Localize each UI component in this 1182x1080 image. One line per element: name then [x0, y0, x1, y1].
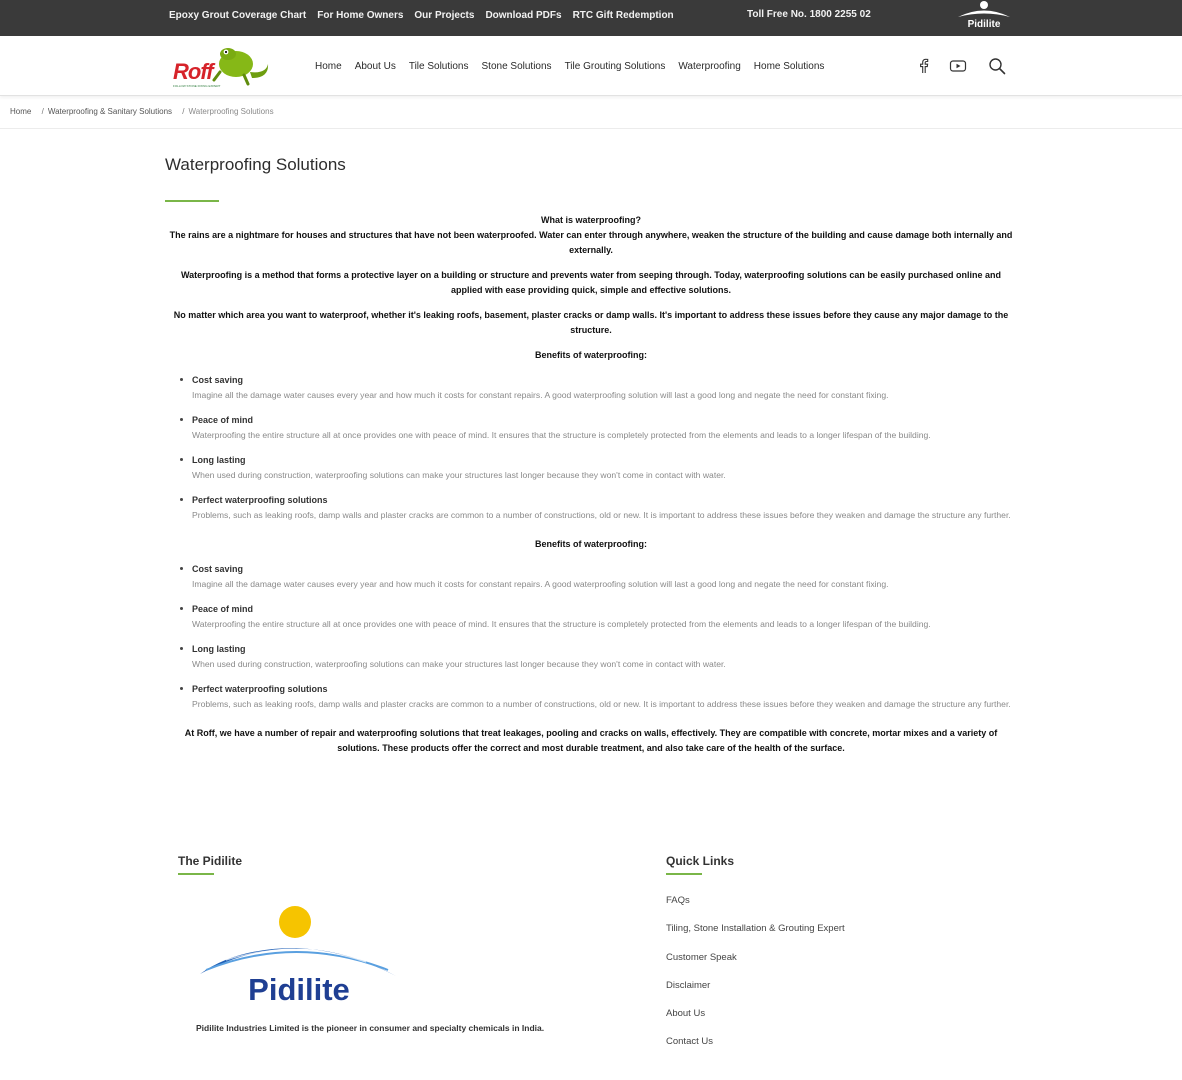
- nav-about-us[interactable]: About Us: [355, 61, 396, 72]
- benefit-title: Long lasting: [192, 455, 246, 465]
- pidilite-emblem-icon: [958, 1, 1010, 17]
- list-item: Contact Us: [666, 1036, 845, 1064]
- breadcrumb: Home / Waterproofing & Sanitary Solutions…: [10, 107, 274, 116]
- youtube-icon[interactable]: [949, 57, 967, 75]
- list-item: Perfect waterproofing solutions Problems,…: [179, 493, 1017, 523]
- quick-link-disclaimer[interactable]: Disclaimer: [666, 980, 710, 991]
- benefits-list: Cost saving Imagine all the damage water …: [179, 562, 1017, 712]
- list-item: Perfect waterproofing solutions Problems,…: [179, 682, 1017, 712]
- list-item: Peace of mind Waterproofing the entire st…: [179, 602, 1017, 632]
- list-item: Long lasting When used during constructio…: [179, 453, 1017, 483]
- list-item: Peace of mind Waterproofing the entire st…: [179, 413, 1017, 443]
- pidilite-logo[interactable]: Pidilite: [196, 900, 402, 1012]
- quick-link-contact-us[interactable]: Contact Us: [666, 1036, 713, 1047]
- main-content: What is waterproofing? The rains are a n…: [165, 213, 1017, 766]
- benefit-title: Peace of mind: [192, 604, 254, 614]
- pidilite-top-logo[interactable]: Pidilite: [952, 0, 1016, 36]
- quick-link-customer-speak[interactable]: Customer Speak: [666, 952, 737, 963]
- top-bar: Epoxy Grout Coverage Chart For Home Owne…: [0, 0, 1182, 36]
- benefit-description: Waterproofing the entire structure all a…: [192, 430, 931, 440]
- roff-logo-text: Roff: [173, 59, 214, 84]
- benefit-description: When used during construction, waterproo…: [192, 659, 726, 669]
- list-item: Tiling, Stone Installation & Grouting Ex…: [666, 923, 845, 951]
- breadcrumb-waterproofing-sanitary[interactable]: Waterproofing & Sanitary Solutions: [48, 107, 172, 116]
- page-title: Waterproofing Solutions: [165, 155, 346, 174]
- pidilite-top-logo-text: Pidilite: [967, 19, 1001, 30]
- quick-link-tiling-expert[interactable]: Tiling, Stone Installation & Grouting Ex…: [666, 923, 845, 934]
- intro-paragraph-2: Waterproofing is a method that forms a p…: [181, 270, 1001, 295]
- nav-home[interactable]: Home: [315, 61, 342, 72]
- intro-paragraph-1: The rains are a nightmare for houses and…: [169, 230, 1013, 255]
- list-item: Disclaimer: [666, 980, 845, 1008]
- closing-paragraph: At Roff, we have a number of repair and …: [184, 728, 998, 753]
- quick-link-about-us[interactable]: About Us: [666, 1008, 705, 1019]
- top-link-epoxy-grout-coverage-chart[interactable]: Epoxy Grout Coverage Chart: [169, 10, 306, 21]
- footer-heading-underline: [178, 873, 214, 875]
- quick-links-list: FAQs Tiling, Stone Installation & Grouti…: [666, 895, 845, 1065]
- benefit-description: Problems, such as leaking roofs, damp wa…: [192, 699, 1011, 709]
- benefit-title: Cost saving: [192, 375, 244, 385]
- footer-quick-links-heading: Quick Links: [666, 854, 735, 868]
- roff-logo-tagline: FOLLOW STONE FIXING EXPERT: [173, 84, 221, 88]
- main-nav: Home About Us Tile Solutions Stone Solut…: [315, 36, 824, 96]
- benefits-list: Cost saving Imagine all the damage water …: [179, 373, 1017, 523]
- breadcrumb-separator: /: [182, 107, 185, 116]
- roff-logo[interactable]: Roff FOLLOW STONE FIXING EXPERT: [170, 42, 274, 92]
- intro-question: What is waterproofing?: [541, 215, 641, 225]
- list-item: Customer Speak: [666, 952, 845, 980]
- list-item: FAQs: [666, 895, 845, 923]
- nav-tile-grouting-solutions[interactable]: Tile Grouting Solutions: [565, 61, 666, 72]
- benefit-description: When used during construction, waterproo…: [192, 470, 726, 480]
- nav-waterproofing[interactable]: Waterproofing: [678, 61, 740, 72]
- benefit-title: Cost saving: [192, 564, 244, 574]
- breadcrumb-current: Waterproofing Solutions: [188, 107, 274, 116]
- top-link-for-home-owners[interactable]: For Home Owners: [317, 10, 403, 21]
- list-item: Cost saving Imagine all the damage water …: [179, 373, 1017, 403]
- breadcrumb-separator: /: [41, 107, 44, 116]
- top-links: Epoxy Grout Coverage Chart For Home Owne…: [169, 0, 674, 30]
- pidilite-caption: Pidilite Industries Limited is the pione…: [196, 1023, 545, 1033]
- list-item: Long lasting When used during constructio…: [179, 642, 1017, 672]
- benefit-description: Problems, such as leaking roofs, damp wa…: [192, 510, 1011, 520]
- benefits-heading: Benefits of waterproofing:: [535, 350, 647, 360]
- title-underline: [165, 200, 219, 202]
- benefits-heading: Benefits of waterproofing:: [535, 539, 647, 549]
- benefit-title: Long lasting: [192, 644, 246, 654]
- nav-stone-solutions[interactable]: Stone Solutions: [482, 61, 552, 72]
- benefit-description: Imagine all the damage water causes ever…: [192, 579, 889, 589]
- breadcrumb-home[interactable]: Home: [10, 107, 31, 116]
- breadcrumb-divider: [0, 128, 1182, 129]
- top-link-rtc-gift-redemption[interactable]: RTC Gift Redemption: [573, 10, 674, 21]
- benefit-description: Imagine all the damage water causes ever…: [192, 390, 889, 400]
- intro-paragraph-3: No matter which area you want to waterpr…: [173, 310, 1009, 335]
- top-link-our-projects[interactable]: Our Projects: [414, 10, 474, 21]
- list-item: About Us: [666, 1008, 845, 1036]
- nav-tile-solutions[interactable]: Tile Solutions: [409, 61, 469, 72]
- footer-heading-underline: [666, 873, 702, 875]
- search-icon[interactable]: [988, 57, 1006, 75]
- toll-free-number: Toll Free No. 1800 2255 02: [747, 9, 871, 20]
- facebook-icon[interactable]: [915, 57, 933, 75]
- benefit-title: Perfect waterproofing solutions: [192, 684, 328, 694]
- footer-pidilite-heading: The Pidilite: [178, 854, 243, 868]
- benefit-title: Perfect waterproofing solutions: [192, 495, 328, 505]
- quick-link-faqs[interactable]: FAQs: [666, 895, 690, 906]
- pidilite-logo-text: Pidilite: [248, 972, 350, 1007]
- benefit-description: Waterproofing the entire structure all a…: [192, 619, 931, 629]
- benefit-title: Peace of mind: [192, 415, 254, 425]
- main-header: Roff FOLLOW STONE FIXING EXPERT Home Abo…: [0, 36, 1182, 96]
- top-link-download-pdfs[interactable]: Download PDFs: [485, 10, 561, 21]
- nav-home-solutions[interactable]: Home Solutions: [754, 61, 825, 72]
- list-item: Cost saving Imagine all the damage water …: [179, 562, 1017, 592]
